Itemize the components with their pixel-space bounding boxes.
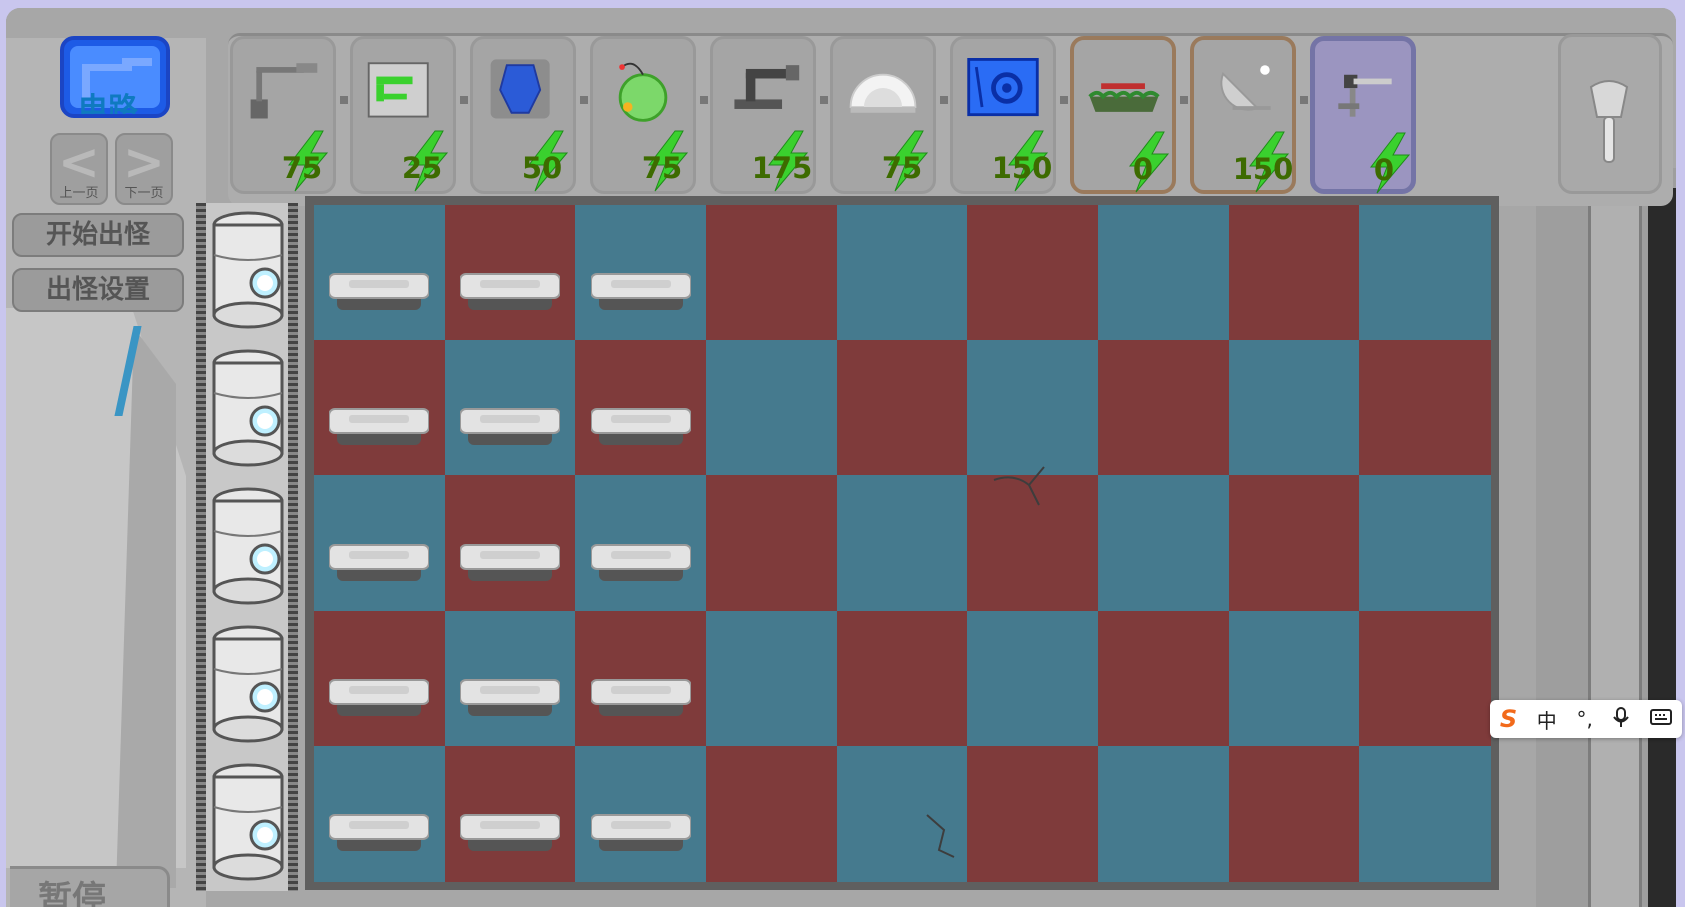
shovel-slot[interactable] xyxy=(1558,34,1662,194)
seed-card-cost: 50 xyxy=(521,151,563,185)
prev-page-button[interactable]: < 上一页 xyxy=(50,133,108,205)
shovel-icon xyxy=(1589,80,1629,163)
satellite-dish-icon xyxy=(1220,65,1271,111)
seed-card-cost: 150 xyxy=(991,151,1053,185)
mower-rail-edge xyxy=(288,203,298,891)
crane-turret-icon xyxy=(734,65,800,109)
seed-card-cost: 0 xyxy=(1373,153,1395,187)
seed-card-crane-turret[interactable]: 175 xyxy=(710,36,816,194)
gear-trap-icon xyxy=(967,57,1039,117)
seed-card-cost: 25 xyxy=(401,151,443,185)
next-page-label: 下一页 xyxy=(124,186,164,201)
lawn-mower-icon xyxy=(212,763,284,881)
next-page-button[interactable]: > 下一页 xyxy=(115,133,173,205)
seed-bank-separator xyxy=(580,96,588,104)
keyboard-icon[interactable] xyxy=(1650,707,1673,731)
seed-card-cost: 150 xyxy=(1232,152,1294,186)
floor-cracks xyxy=(926,466,1045,858)
ime-logo[interactable]: S xyxy=(1500,705,1517,733)
seed-card-cost: 175 xyxy=(751,151,813,185)
prev-page-label: 上一页 xyxy=(59,186,99,201)
seed-bank-separator xyxy=(340,96,348,104)
ime-language-toggle[interactable]: 中 xyxy=(1537,705,1557,734)
seed-bank-separator xyxy=(460,96,468,104)
lawn-mower xyxy=(212,211,284,329)
seed-card-laser-gun[interactable]: 0 xyxy=(1310,36,1416,194)
circuit-label: 电路 xyxy=(78,92,138,118)
wave-settings-button[interactable]: 出怪设置 xyxy=(12,268,184,312)
lawn-mower xyxy=(212,625,284,743)
start-wave-button[interactable]: 开始出怪 xyxy=(12,213,184,257)
ime-punctuation-toggle[interactable]: °, xyxy=(1576,707,1592,731)
green-bomb-icon xyxy=(618,62,668,122)
pause-button[interactable]: 暂停 xyxy=(10,866,170,907)
laser-gun-icon xyxy=(1338,74,1392,117)
mower-column xyxy=(196,203,298,891)
seed-bank-separator xyxy=(1300,96,1308,104)
seed-bank-separator xyxy=(820,96,828,104)
seed-bank-separator xyxy=(1060,96,1068,104)
green-machine-icon xyxy=(367,62,429,118)
seed-card-blue-crystal[interactable]: 50 xyxy=(470,36,576,194)
lawn-mower-icon xyxy=(212,487,284,605)
seed-card-green-bomb[interactable]: 75 xyxy=(590,36,696,194)
right-door-frame xyxy=(1588,198,1642,907)
lawn-mower xyxy=(212,487,284,605)
chevron-left-icon: < xyxy=(58,133,100,191)
seed-card-robot-arm[interactable]: 75 xyxy=(230,36,336,194)
seed-card-grass-mine[interactable]: 0 xyxy=(1070,36,1176,194)
microphone-icon[interactable] xyxy=(1612,706,1630,733)
game-board[interactable] xyxy=(305,196,1499,890)
dome-shield-icon xyxy=(849,73,917,113)
seed-bank-separator xyxy=(700,96,708,104)
blue-crystal-icon xyxy=(490,59,550,119)
circuit-button[interactable]: 电路 xyxy=(60,36,170,118)
lawn-mower-icon xyxy=(212,211,284,329)
chevron-right-icon: > xyxy=(123,133,165,191)
seed-card-gear-trap[interactable]: 150 xyxy=(950,36,1056,194)
robot-arm-icon xyxy=(250,63,318,119)
seed-card-satellite-dish[interactable]: 150 xyxy=(1190,36,1296,194)
seed-bank-separator xyxy=(940,96,948,104)
seed-card-cost: 0 xyxy=(1132,152,1154,186)
mower-rail-edge xyxy=(196,203,206,891)
grass-mine-icon xyxy=(1088,83,1160,112)
right-edge xyxy=(1648,188,1676,907)
seed-card-cost: 75 xyxy=(641,151,683,185)
seed-card-dome-shield[interactable]: 75 xyxy=(830,36,936,194)
lawn-mower-icon xyxy=(212,349,284,467)
seed-card-cost: 75 xyxy=(881,151,923,185)
lawn-mower xyxy=(212,763,284,881)
seed-bank-separator xyxy=(1180,96,1188,104)
seed-card-cost: 75 xyxy=(281,151,323,185)
ime-toolbar[interactable]: S 中 °, xyxy=(1490,700,1682,738)
lawn-mower xyxy=(212,349,284,467)
lawn-mower-icon xyxy=(212,625,284,743)
seed-card-green-machine[interactable]: 25 xyxy=(350,36,456,194)
